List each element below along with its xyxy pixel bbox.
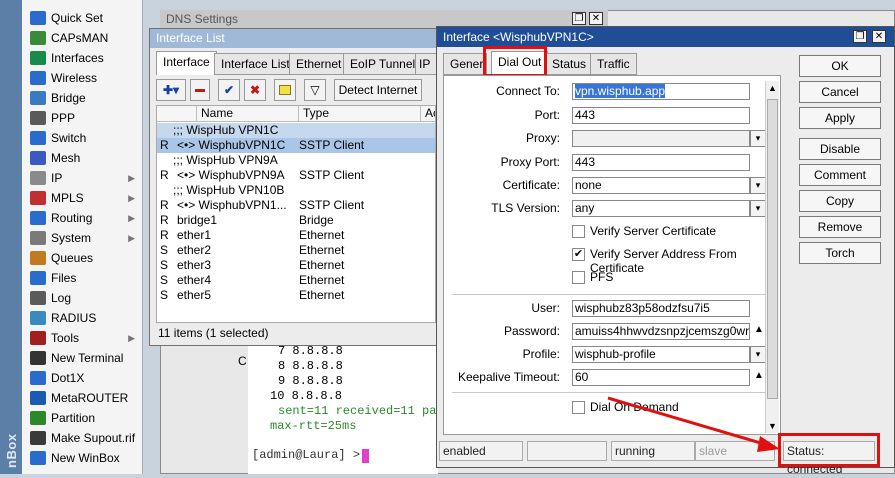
annotation-arrow <box>607 396 780 452</box>
